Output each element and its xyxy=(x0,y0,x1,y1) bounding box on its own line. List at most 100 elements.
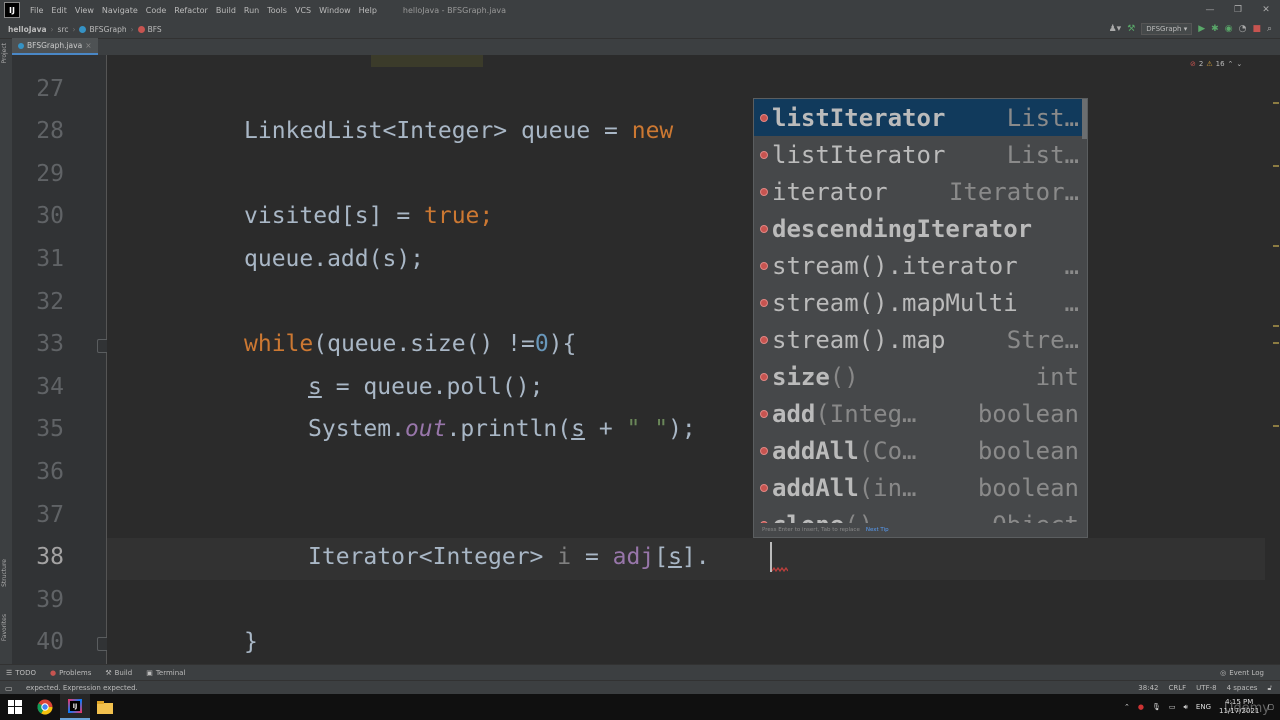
next-tip-link[interactable]: Next Tip xyxy=(866,527,889,533)
code-text: + xyxy=(584,416,627,442)
menu-run[interactable]: Run xyxy=(240,6,263,15)
chrome-icon[interactable] xyxy=(30,694,60,720)
file-explorer-icon[interactable] xyxy=(90,694,120,720)
run-config-select[interactable]: DFSGraph ▾ xyxy=(1141,23,1193,35)
search-everywhere-icon[interactable]: ⌕ xyxy=(1267,24,1272,34)
completion-item[interactable]: stream().map Stre… xyxy=(754,321,1087,358)
line-number: 35 xyxy=(36,416,64,442)
method-icon xyxy=(760,335,768,344)
code-line-34: s = queue.poll(); xyxy=(308,374,543,400)
menu-vcs[interactable]: VCS xyxy=(291,6,315,15)
menu-edit[interactable]: Edit xyxy=(47,6,71,15)
list-icon: ☰ xyxy=(6,669,13,677)
completion-params: () xyxy=(829,362,859,391)
lock-icon[interactable]: 🔓︎ xyxy=(1267,684,1272,693)
menu-tools[interactable]: Tools xyxy=(263,6,291,15)
status-icon: ▭ xyxy=(5,683,13,693)
editor-tab-row: BFSGraph.java × xyxy=(12,38,1280,55)
todo-tool-tab[interactable]: ☰ TODO xyxy=(0,669,44,677)
completion-item[interactable]: stream().mapMulti… xyxy=(754,284,1087,321)
popup-scrollbar[interactable] xyxy=(1082,99,1087,139)
warning-marker[interactable] xyxy=(1273,102,1279,104)
tab-close-icon[interactable]: × xyxy=(85,41,91,50)
warning-marker[interactable] xyxy=(1273,425,1279,427)
menu-navigate[interactable]: Navigate xyxy=(98,6,142,15)
user-icon[interactable]: ♟▾ xyxy=(1109,24,1122,34)
problems-tool-tab[interactable]: ● Problems xyxy=(44,669,99,677)
menu-help[interactable]: Help xyxy=(355,6,381,15)
terminal-tool-tab[interactable]: ▣ Terminal xyxy=(140,669,193,677)
completion-item[interactable]: listIterator List… xyxy=(754,99,1087,136)
terminal-icon: ▣ xyxy=(146,669,153,677)
breadcrumb-project[interactable]: helloJava xyxy=(0,25,50,34)
completion-type: … xyxy=(1064,288,1079,317)
completion-item[interactable]: size() int xyxy=(754,358,1087,395)
warning-marker[interactable] xyxy=(1273,245,1279,247)
file-encoding[interactable]: UTF-8 xyxy=(1196,684,1216,692)
profile-icon[interactable]: ◔ xyxy=(1239,24,1247,34)
completion-item[interactable]: iterator Iterator… xyxy=(754,173,1087,210)
maximize-icon[interactable]: ❐ xyxy=(1224,0,1252,20)
intellij-taskbar-icon[interactable]: IJ xyxy=(60,694,90,720)
menu-build[interactable]: Build xyxy=(212,6,240,15)
warning-marker[interactable] xyxy=(1273,165,1279,167)
volume-icon[interactable]: 🔊︎ xyxy=(1184,703,1188,712)
completion-item[interactable]: addAll (Co… boolean xyxy=(754,432,1087,469)
code-completion-popup[interactable]: listIterator List… listIterator List… iter… xyxy=(753,98,1088,538)
caret-position[interactable]: 38:42 xyxy=(1138,684,1158,692)
completion-item[interactable]: descendingIterator xyxy=(754,210,1087,247)
line-separator[interactable]: CRLF xyxy=(1168,684,1186,692)
code-text: (queue.size() != xyxy=(313,331,535,357)
event-log-label: Event Log xyxy=(1229,669,1264,677)
language-indicator[interactable]: ENG xyxy=(1196,703,1211,711)
chevron-up-icon[interactable]: ⌃ xyxy=(1124,703,1130,711)
keyword: while xyxy=(244,331,314,357)
chevron-down-icon[interactable]: ⌄ xyxy=(1236,60,1242,68)
menu-refactor[interactable]: Refactor xyxy=(170,6,212,15)
event-log-tool-tab[interactable]: ◎ Event Log xyxy=(1214,669,1272,677)
favorites-tool-tab[interactable]: Favorites xyxy=(1,614,8,641)
debug-icon[interactable]: ✱ xyxy=(1211,24,1219,34)
breadcrumb-class[interactable]: BFSGraph xyxy=(76,25,129,34)
minimize-icon[interactable]: — xyxy=(1196,0,1224,20)
completion-name: iterator xyxy=(772,177,888,206)
warning-marker[interactable] xyxy=(1273,342,1279,344)
inspection-widget[interactable]: ⊘ 2 ⚠ 16 ⌃ ⌄ xyxy=(1190,60,1242,68)
network-icon[interactable]: ▭ xyxy=(1169,703,1176,711)
microphone-icon[interactable]: 🎙︎ xyxy=(1152,703,1161,711)
completion-item[interactable]: stream().iterator… xyxy=(754,247,1087,284)
completion-item[interactable]: listIterator List… xyxy=(754,136,1087,173)
status-bar: ▭ expected. Expression expected. 38:42 C… xyxy=(0,680,1280,695)
menu-view[interactable]: View xyxy=(71,6,98,15)
indent-setting[interactable]: 4 spaces xyxy=(1227,684,1258,692)
completion-type: Iterator… xyxy=(948,177,1079,206)
breadcrumb-src[interactable]: src xyxy=(55,25,72,34)
record-icon[interactable]: ● xyxy=(1138,703,1144,711)
stop-icon[interactable]: ■ xyxy=(1252,24,1261,34)
project-tool-tab[interactable]: Project xyxy=(1,43,8,64)
structure-tool-tab[interactable]: Structure xyxy=(1,559,8,587)
build-tool-tab[interactable]: ⚒ Build xyxy=(99,669,140,677)
run-icon[interactable]: ▶ xyxy=(1198,24,1205,34)
method-icon xyxy=(760,113,768,122)
tab-bfsgraph-java[interactable]: BFSGraph.java × xyxy=(12,38,98,55)
menu-code[interactable]: Code xyxy=(142,6,170,15)
warning-icon: ⚠ xyxy=(1206,60,1213,68)
completion-item[interactable]: addAll (in… boolean xyxy=(754,469,1087,506)
code-text: = queue.poll(); xyxy=(321,374,544,400)
close-icon[interactable]: ✕ xyxy=(1252,0,1280,20)
completion-item[interactable]: add (Integ… boolean xyxy=(754,395,1087,432)
warning-marker[interactable] xyxy=(1273,325,1279,327)
chevron-up-icon[interactable]: ⌃ xyxy=(1228,60,1234,68)
menu-window[interactable]: Window xyxy=(315,6,355,15)
coverage-icon[interactable]: ◉ xyxy=(1225,24,1233,34)
problems-label: Problems xyxy=(59,669,92,677)
windows-start-icon[interactable] xyxy=(0,694,30,720)
breadcrumb-method[interactable]: BFS xyxy=(135,25,165,34)
code-line-35: System.out.println(s + " "); xyxy=(308,416,696,442)
completion-name: addAll xyxy=(772,436,859,465)
line-number: 27 xyxy=(36,76,64,102)
code-editor[interactable]: LinkedList<Integer> queue = new visited[… xyxy=(107,55,1265,664)
build-hammer-icon[interactable]: ⚒ xyxy=(1127,24,1135,34)
menu-file[interactable]: File xyxy=(26,6,47,15)
